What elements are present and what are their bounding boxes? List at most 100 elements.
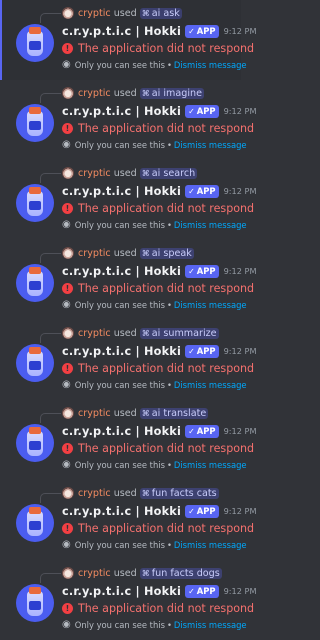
eye-icon: ◉ [62, 139, 71, 150]
user-avatar[interactable] [62, 87, 74, 99]
bot-avatar[interactable] [16, 424, 54, 462]
command-name: ai imagine [151, 87, 203, 99]
interaction-reference[interactable]: cryptic used ⌘ fun facts cats [62, 486, 219, 500]
bot-name[interactable]: c.r.y.p.t.i.c | Hokki [62, 105, 181, 118]
user-avatar[interactable] [62, 167, 74, 179]
ephemeral-text: Only you can see this [74, 139, 165, 150]
verified-check-icon: ✓ [188, 346, 195, 356]
error-text: The application did not respond [78, 362, 255, 375]
bot-name[interactable]: c.r.y.p.t.i.c | Hokki [62, 425, 181, 438]
command-icon: ⌘ [141, 328, 150, 338]
message-item: cryptic used ⌘ ai imagine c.r.y.p.t.i.c |… [0, 80, 257, 160]
command-mention[interactable]: ⌘ ai ask [139, 7, 182, 19]
bot-name[interactable]: c.r.y.p.t.i.c | Hokki [62, 185, 181, 198]
dismiss-message-link[interactable]: Dismiss message [174, 220, 247, 230]
app-badge-label: APP [196, 186, 216, 196]
bot-name[interactable]: c.r.y.p.t.i.c | Hokki [62, 25, 181, 38]
bot-avatar[interactable] [16, 344, 54, 382]
command-mention[interactable]: ⌘ ai search [139, 167, 198, 179]
app-badge-label: APP [196, 26, 216, 36]
interaction-username[interactable]: cryptic [78, 568, 111, 579]
command-name: fun facts dogs [151, 567, 220, 579]
eye-icon: ◉ [62, 619, 71, 630]
command-mention[interactable]: ⌘ ai imagine [139, 87, 205, 99]
ephemeral-text: Only you can see this [74, 59, 165, 70]
reply-connector [40, 573, 61, 583]
bot-avatar[interactable] [16, 104, 54, 142]
timestamp: 9:12 PM [223, 106, 257, 116]
bot-avatar[interactable] [16, 584, 54, 622]
dismiss-message-link[interactable]: Dismiss message [174, 60, 247, 70]
error-icon: ! [62, 123, 73, 134]
dismiss-message-link[interactable]: Dismiss message [174, 300, 247, 310]
dismiss-message-link[interactable]: Dismiss message [174, 620, 247, 630]
interaction-username[interactable]: cryptic [78, 248, 111, 259]
dismiss-message-link[interactable]: Dismiss message [174, 380, 247, 390]
message-item: cryptic used ⌘ fun facts dogs c.r.y.p.t.i… [0, 560, 257, 640]
interaction-username[interactable]: cryptic [78, 88, 111, 99]
dismiss-message-link[interactable]: Dismiss message [174, 540, 247, 550]
app-badge: ✓ APP [185, 424, 219, 438]
interaction-reference[interactable]: cryptic used ⌘ ai translate [62, 406, 209, 420]
command-name: ai translate [151, 407, 207, 419]
interaction-reference[interactable]: cryptic used ⌘ ai speak [62, 246, 194, 260]
command-name: ai summarize [151, 327, 217, 339]
interaction-reference[interactable]: cryptic used ⌘ ai summarize [62, 326, 219, 340]
message-header: c.r.y.p.t.i.c | Hokki ✓ APP 9:12 PM [62, 102, 257, 120]
bot-name[interactable]: c.r.y.p.t.i.c | Hokki [62, 505, 181, 518]
app-badge: ✓ APP [185, 184, 219, 198]
bot-name[interactable]: c.r.y.p.t.i.c | Hokki [62, 265, 181, 278]
error-icon: ! [62, 203, 73, 214]
reply-connector [40, 253, 61, 263]
bot-avatar[interactable] [16, 184, 54, 222]
app-badge: ✓ APP [185, 104, 219, 118]
verified-check-icon: ✓ [188, 586, 195, 596]
command-mention[interactable]: ⌘ fun facts dogs [139, 567, 222, 579]
verified-check-icon: ✓ [188, 426, 195, 436]
separator: • [166, 459, 172, 470]
interaction-reference[interactable]: cryptic used ⌘ ai ask [62, 6, 182, 20]
timestamp: 9:12 PM [223, 586, 257, 596]
used-label: used [113, 487, 137, 499]
app-badge-label: APP [196, 586, 216, 596]
bot-name[interactable]: c.r.y.p.t.i.c | Hokki [62, 345, 181, 358]
interaction-reference[interactable]: cryptic used ⌘ ai search [62, 166, 198, 180]
bot-name[interactable]: c.r.y.p.t.i.c | Hokki [62, 585, 181, 598]
interaction-username[interactable]: cryptic [78, 8, 111, 19]
interaction-username[interactable]: cryptic [78, 488, 111, 499]
interaction-reference[interactable]: cryptic used ⌘ fun facts dogs [62, 566, 222, 580]
interaction-username[interactable]: cryptic [78, 408, 111, 419]
interaction-username[interactable]: cryptic [78, 328, 111, 339]
ephemeral-notice: ◉ Only you can see this • Dismiss messag… [62, 138, 247, 151]
separator: • [166, 619, 172, 630]
interaction-username[interactable]: cryptic [78, 168, 111, 179]
dismiss-message-link[interactable]: Dismiss message [174, 140, 247, 150]
user-avatar[interactable] [62, 327, 74, 339]
command-mention[interactable]: ⌘ ai speak [139, 247, 194, 259]
user-avatar[interactable] [62, 247, 74, 259]
message-header: c.r.y.p.t.i.c | Hokki ✓ APP 9:12 PM [62, 502, 257, 520]
ephemeral-notice: ◉ Only you can see this • Dismiss messag… [62, 458, 247, 471]
command-mention[interactable]: ⌘ fun facts cats [139, 487, 219, 499]
error-text: The application did not respond [78, 122, 255, 135]
bot-avatar[interactable] [16, 504, 54, 542]
user-avatar[interactable] [62, 567, 74, 579]
bot-avatar[interactable] [16, 24, 54, 62]
message-header: c.r.y.p.t.i.c | Hokki ✓ APP 9:12 PM [62, 182, 257, 200]
error-line: ! The application did not respond [62, 120, 254, 137]
bot-avatar[interactable] [16, 264, 54, 302]
reply-connector [40, 13, 61, 23]
dismiss-message-link[interactable]: Dismiss message [174, 460, 247, 470]
command-mention[interactable]: ⌘ ai summarize [139, 327, 219, 339]
app-badge-label: APP [196, 106, 216, 116]
interaction-reference[interactable]: cryptic used ⌘ ai imagine [62, 86, 205, 100]
user-avatar[interactable] [62, 407, 74, 419]
command-mention[interactable]: ⌘ ai translate [139, 407, 209, 419]
command-icon: ⌘ [141, 168, 150, 178]
user-avatar[interactable] [62, 487, 74, 499]
eye-icon: ◉ [62, 219, 71, 230]
ephemeral-notice: ◉ Only you can see this • Dismiss messag… [62, 58, 247, 71]
used-label: used [113, 7, 137, 19]
app-badge: ✓ APP [185, 264, 219, 278]
user-avatar[interactable] [62, 7, 74, 19]
